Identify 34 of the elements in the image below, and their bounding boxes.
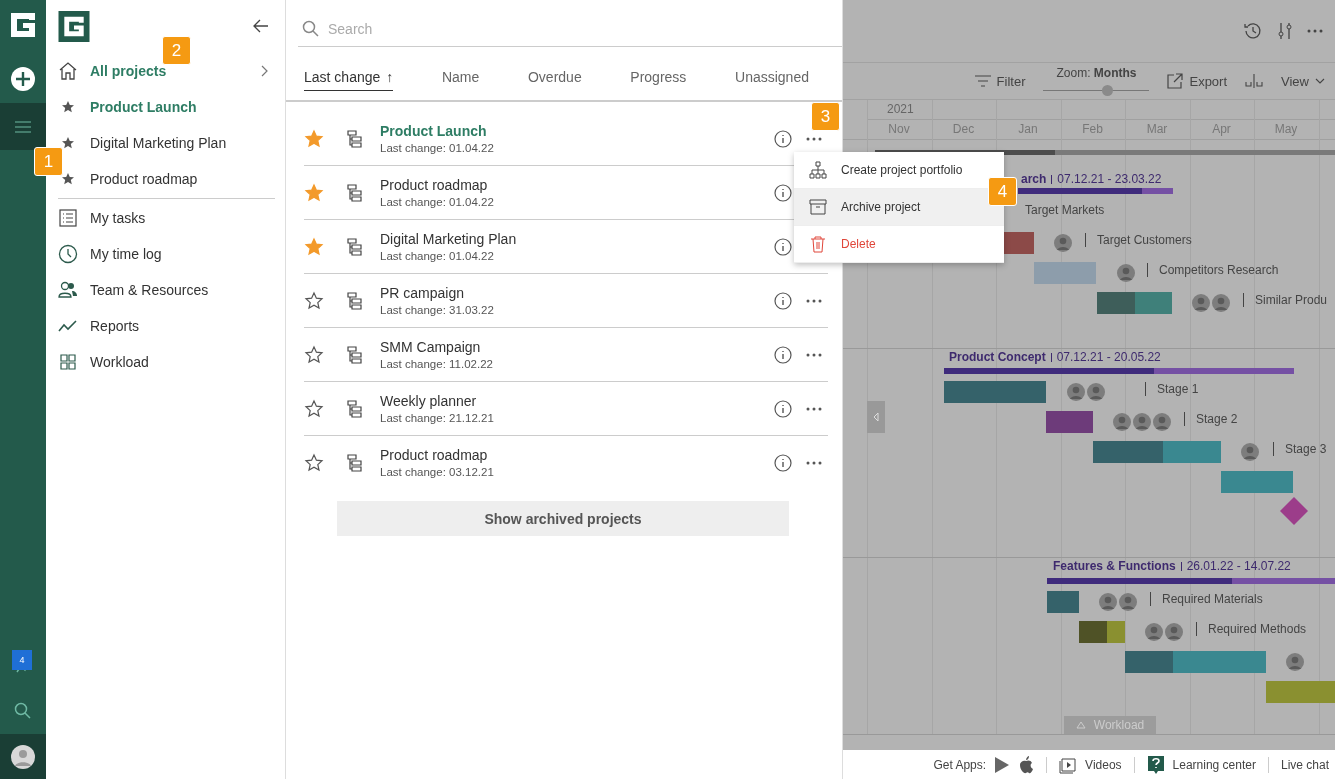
group-title: Product Concept 07.12.21 - 20.05.22 (949, 350, 1161, 364)
task-label: Required Methods (1196, 622, 1307, 636)
last-change-date: Last change: 01.04.22 (380, 250, 494, 262)
task-label: Stage 2 (1184, 412, 1238, 426)
last-change-date: Last change: 01.04.22 (380, 196, 494, 208)
task-label: Similar Produ (1243, 293, 1328, 307)
month-label: Apr (1211, 122, 1232, 136)
last-change-date: Last change: 31.03.22 (380, 304, 494, 316)
month-label: Dec (951, 122, 976, 136)
callout-badge: 3 (811, 102, 840, 131)
year-label: 2021 (887, 102, 914, 116)
last-change-date: Last change: 01.04.22 (380, 142, 494, 154)
zoom-label: Zoom: Months (1056, 66, 1137, 80)
month-label: Nov (887, 122, 911, 136)
task-label: Stage 3 (1273, 442, 1327, 456)
month-label: Mar (1145, 122, 1169, 136)
task-label: Required Materials (1150, 592, 1263, 606)
notification-badge: 4 (12, 650, 32, 670)
callout-badge: 2 (162, 36, 191, 65)
month-label: May (1273, 122, 1299, 136)
last-change-date: Last change: 03.12.21 (380, 466, 494, 478)
group-title: arch 07.12.21 - 23.03.22 (1021, 172, 1162, 186)
task-label: Competitors Research (1147, 263, 1279, 277)
last-change-date: Last change: 11.02.22 (380, 358, 493, 370)
last-change-date: Last change: 21.12.21 (380, 412, 494, 424)
task-label: Target Customers (1085, 233, 1192, 247)
callout-badge: 1 (34, 147, 63, 176)
month-label: Feb (1081, 122, 1104, 136)
get-apps-label: Get Apps: (933, 757, 987, 772)
group-title: Features & Functions 26.01.22 - 14.07.22 (1053, 559, 1291, 573)
task-label: Stage 1 (1145, 382, 1199, 396)
callout-badge: 4 (988, 177, 1017, 206)
month-label: Jan (1017, 122, 1039, 136)
task-label: Target Markets (1025, 203, 1105, 217)
